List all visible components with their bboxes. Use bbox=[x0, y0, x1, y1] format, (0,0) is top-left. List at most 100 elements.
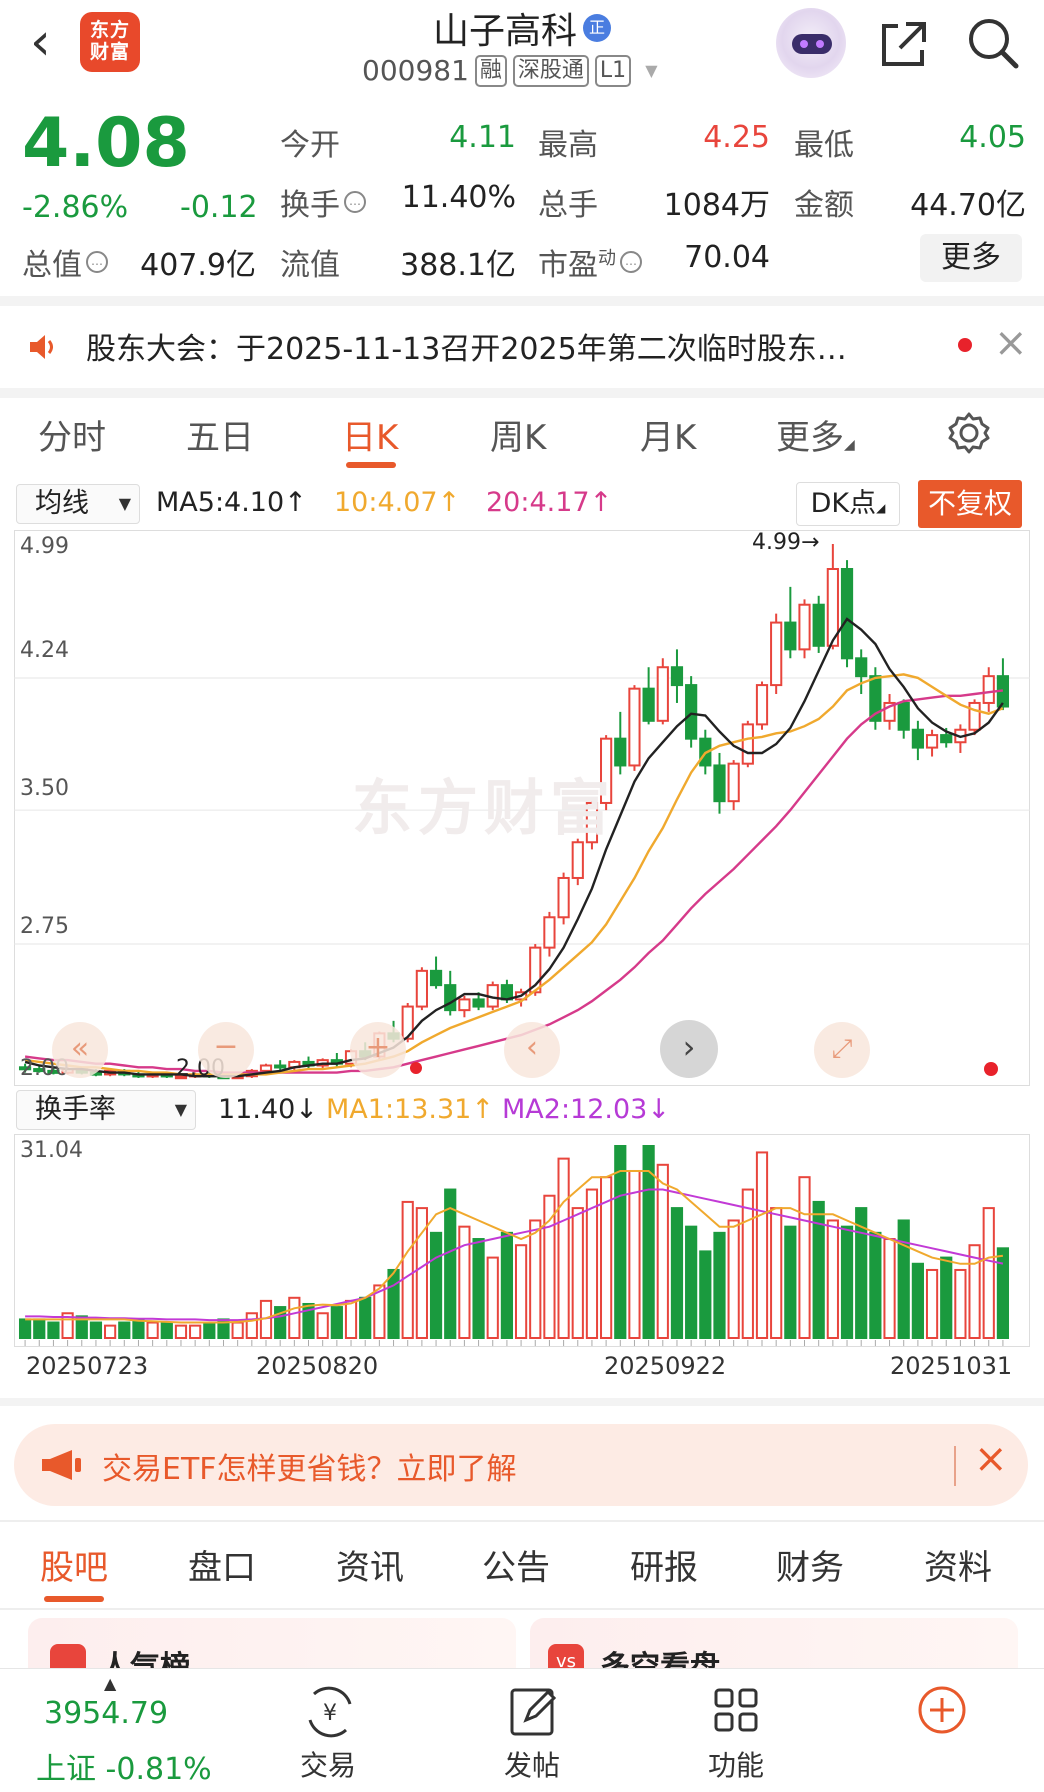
candle-up bbox=[557, 876, 570, 919]
tab-intraday[interactable]: 分时 bbox=[38, 410, 106, 459]
turnover-bar-up bbox=[727, 1219, 740, 1339]
indicator-select[interactable]: 均线 ▼ bbox=[16, 484, 140, 524]
zoom-out-icon[interactable]: − bbox=[198, 1022, 254, 1078]
next-icon[interactable]: › bbox=[660, 1020, 718, 1078]
change-percent: -2.86% bbox=[22, 190, 129, 225]
y-axis-label: 2.75 bbox=[20, 914, 69, 939]
open-value: 4.11 bbox=[449, 120, 516, 155]
chevron-down-icon[interactable]: ▼ bbox=[645, 61, 657, 80]
edit-icon[interactable] bbox=[504, 1684, 564, 1740]
candle-up bbox=[628, 687, 641, 767]
tab-guba[interactable]: 股吧 bbox=[40, 1540, 108, 1589]
info-icon[interactable]: … bbox=[86, 251, 108, 273]
nav-post-label[interactable]: 发帖 bbox=[482, 1744, 582, 1784]
stock-name: 山子高科 bbox=[432, 11, 577, 52]
turnover-bar-down bbox=[500, 1231, 514, 1339]
rewind-icon[interactable]: « bbox=[52, 1022, 108, 1078]
turnover-bar-down bbox=[670, 1207, 684, 1340]
turnover-bar-down bbox=[911, 1262, 924, 1339]
index-value[interactable]: 3954.79 bbox=[44, 1696, 168, 1731]
etf-ad-banner[interactable]: 交易ETF怎样更省钱？立即了解 × bbox=[14, 1424, 1028, 1506]
more-quote-button[interactable]: 更多 bbox=[920, 234, 1022, 282]
turnover-bar-up bbox=[514, 1244, 528, 1339]
close-icon[interactable]: × bbox=[974, 1436, 1008, 1482]
pe-value: 70.04 bbox=[684, 240, 770, 275]
prev-icon[interactable]: ‹ bbox=[504, 1022, 560, 1078]
turnover-ma2: MA2:12.03↓ bbox=[502, 1094, 670, 1125]
volume-indicator-select[interactable]: 换手率 ▼ bbox=[16, 1090, 196, 1130]
turnover-bar-up bbox=[557, 1157, 570, 1339]
index-name-change[interactable]: 上证 -0.81% bbox=[36, 1744, 212, 1788]
settings-gear-icon[interactable] bbox=[946, 410, 992, 456]
x-axis-label: 20250922 bbox=[604, 1352, 727, 1380]
turnover-bar-down bbox=[160, 1321, 173, 1340]
tab-announcements[interactable]: 公告 bbox=[482, 1540, 550, 1589]
turnover-bar-down bbox=[33, 1318, 46, 1339]
close-icon[interactable]: × bbox=[994, 320, 1028, 366]
adjust-button[interactable]: 不复权 bbox=[918, 480, 1022, 528]
mcap-value: 407.9亿 bbox=[140, 248, 256, 283]
tab-research[interactable]: 研报 bbox=[630, 1540, 698, 1589]
ma5-value: MA5:4.10↑ bbox=[156, 487, 307, 518]
search-icon[interactable] bbox=[964, 14, 1022, 72]
turnover-bar-down bbox=[203, 1321, 216, 1340]
tab-five-day[interactable]: 五日 bbox=[186, 410, 254, 459]
info-icon[interactable]: … bbox=[344, 191, 366, 213]
candle-down bbox=[472, 998, 485, 1008]
turnover-bar-down bbox=[713, 1231, 726, 1339]
zoom-in-icon[interactable]: + bbox=[350, 1022, 406, 1078]
x-axis-label: 20251031 bbox=[890, 1352, 1013, 1380]
fullscreen-icon[interactable]: ⤢ bbox=[814, 1022, 870, 1078]
divider bbox=[0, 388, 1044, 398]
info-icon[interactable]: … bbox=[620, 251, 642, 273]
turnover-bar-up bbox=[231, 1321, 244, 1340]
turnover-bar-up bbox=[486, 1256, 499, 1339]
turnover-bar-down bbox=[47, 1321, 60, 1340]
tab-monthly-k[interactable]: 月K bbox=[640, 410, 696, 459]
turnover-bar-up bbox=[344, 1299, 358, 1339]
tag-margin: 融 bbox=[474, 54, 507, 87]
turnover-bar-down bbox=[89, 1321, 103, 1340]
tab-weekly-k[interactable]: 周K bbox=[490, 410, 546, 459]
add-circle-icon[interactable] bbox=[912, 1684, 972, 1740]
separator bbox=[954, 1446, 956, 1486]
turnover-bar-down bbox=[118, 1321, 131, 1340]
candle-up bbox=[571, 841, 584, 879]
megaphone-icon bbox=[42, 1450, 81, 1480]
nav-function-label[interactable]: 功能 bbox=[686, 1744, 786, 1784]
turnover-bar-down bbox=[840, 1225, 854, 1339]
dk-point-button[interactable]: DK点◢ bbox=[796, 482, 900, 526]
volume-label: 总手 bbox=[538, 188, 598, 223]
tab-pankou[interactable]: 盘口 bbox=[188, 1540, 256, 1589]
turnover-chart[interactable] bbox=[14, 1134, 1030, 1348]
candle-down bbox=[444, 984, 457, 1012]
notice-text: 股东大会：于2025-11-13召开2025年第二次临时股东… bbox=[86, 332, 847, 367]
notice-bar[interactable]: 股东大会：于2025-11-13召开2025年第二次临时股东… × bbox=[0, 306, 1044, 388]
amount-label: 金额 bbox=[794, 188, 854, 223]
ai-assistant-icon[interactable] bbox=[776, 8, 846, 78]
max-marker: 4.99→ bbox=[752, 530, 820, 555]
candle-down bbox=[840, 568, 854, 660]
x-axis-label: 20250723 bbox=[26, 1352, 149, 1380]
tab-daily-k[interactable]: 日K bbox=[342, 410, 398, 459]
turnover-bar-down bbox=[330, 1306, 343, 1339]
tab-finance[interactable]: 财务 bbox=[776, 1540, 844, 1589]
turnover-bar-down bbox=[685, 1225, 698, 1339]
nav-trade-label[interactable]: 交易 bbox=[278, 1744, 378, 1784]
candle-up bbox=[741, 723, 754, 765]
y-axis-label: 4.99 bbox=[20, 534, 69, 559]
tab-more[interactable]: 更多◢ bbox=[776, 410, 855, 459]
candle-up bbox=[798, 603, 811, 651]
yuan-cycle-icon[interactable]: ¥ bbox=[300, 1684, 360, 1740]
grid-icon[interactable] bbox=[706, 1684, 766, 1740]
tab-profile[interactable]: 资料 bbox=[924, 1540, 992, 1589]
turnover-bar-down bbox=[784, 1225, 797, 1339]
app-header: ‹ 东方 财富 山子高科正 000981 融 深股通 L1 ▼ bbox=[0, 0, 1044, 98]
tab-news[interactable]: 资讯 bbox=[336, 1540, 404, 1589]
turnover-bar-down bbox=[472, 1238, 485, 1339]
candle-up bbox=[925, 734, 939, 749]
turnover-bar-up bbox=[245, 1312, 258, 1340]
share-icon[interactable] bbox=[876, 16, 932, 72]
turnover-bar-down bbox=[614, 1145, 627, 1339]
divider bbox=[0, 1520, 1044, 1522]
